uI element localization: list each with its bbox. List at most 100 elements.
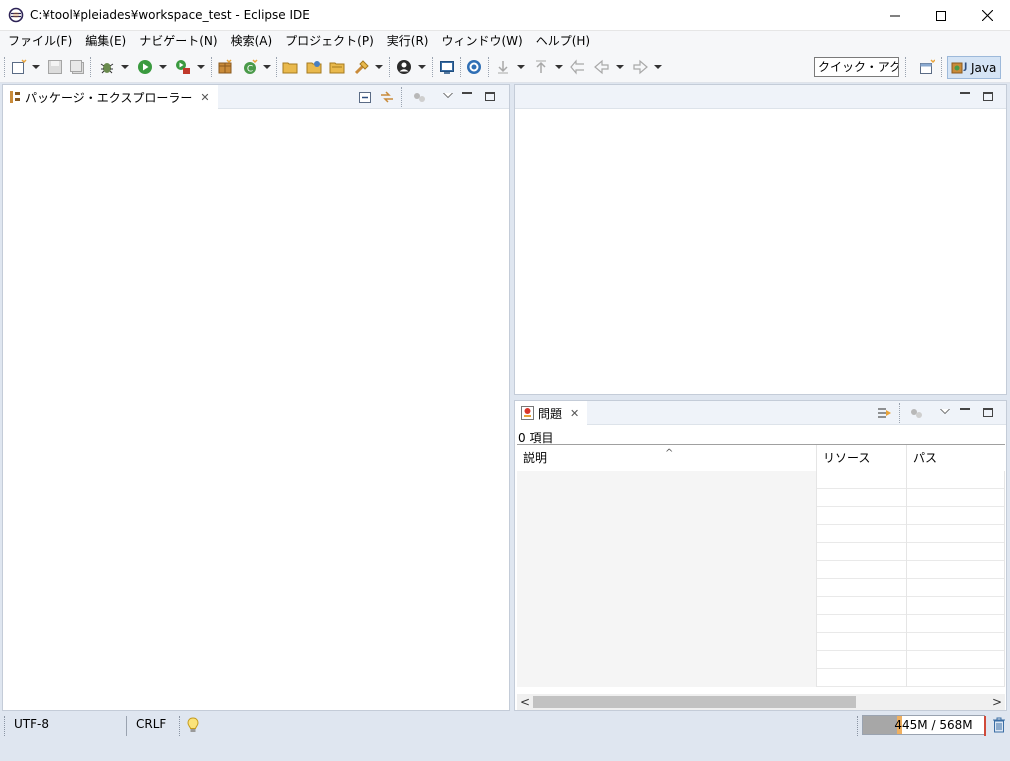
scroll-left-icon[interactable]: < — [517, 694, 533, 710]
forward-icon[interactable] — [632, 59, 648, 75]
menu-project[interactable]: プロジェクト(P) — [280, 31, 379, 51]
menu-file[interactable]: ファイル(F) — [3, 31, 77, 51]
close-tab-icon[interactable]: ✕ — [570, 407, 579, 420]
close-icon — [981, 10, 993, 21]
menu-window[interactable]: ウィンドウ(W) — [436, 31, 527, 51]
run-dropdown-icon[interactable] — [159, 65, 167, 69]
table-cell — [907, 651, 1005, 669]
open-perspective-icon[interactable] — [919, 59, 935, 75]
menu-search[interactable]: 検索(A) — [226, 31, 278, 51]
java-perspective-button[interactable]: J Java — [947, 56, 1001, 79]
title-bar: C:¥tool¥pleiades¥workspace_test - Eclips… — [0, 0, 1010, 31]
problems-table-header: 説明 ^ リソース パス — [517, 445, 1005, 471]
editor-area-header — [515, 85, 1006, 109]
settings-gear-icon[interactable] — [466, 59, 482, 75]
focus-task-icon[interactable] — [411, 89, 427, 105]
heap-status[interactable]: 445M / 568M — [862, 715, 985, 735]
maximize-icon[interactable] — [485, 92, 495, 101]
svg-text:C: C — [247, 65, 253, 75]
console-icon[interactable] — [439, 59, 455, 75]
search-icon[interactable] — [354, 59, 370, 75]
save-icon[interactable] — [47, 59, 63, 75]
open-resource-icon[interactable] — [329, 59, 345, 75]
filter-icon[interactable] — [877, 405, 893, 421]
column-resource[interactable]: リソース — [817, 445, 907, 471]
table-cell — [907, 507, 1005, 525]
close-window-button[interactable] — [964, 0, 1010, 31]
menu-help[interactable]: ヘルプ(H) — [531, 31, 595, 51]
java-perspective-label: Java — [971, 60, 997, 75]
view-menu-icon[interactable] — [940, 409, 950, 414]
minimize-icon[interactable] — [462, 92, 472, 98]
maximize-icon[interactable] — [983, 92, 993, 101]
focus-task-icon[interactable] — [908, 405, 924, 421]
table-cell — [817, 471, 907, 489]
back-dropdown-icon[interactable] — [616, 65, 624, 69]
problems-header: 問題 ✕ — [515, 401, 1006, 425]
open-task-icon[interactable] — [306, 59, 322, 75]
quick-access-field[interactable]: クイック・アクセス — [814, 57, 899, 77]
run-external-tool-icon[interactable] — [175, 59, 191, 75]
tab-package-explorer[interactable]: パッケージ・エクスプローラー ✕ — [3, 85, 218, 109]
table-cell — [817, 579, 907, 597]
new-class-dropdown-icon[interactable] — [263, 65, 271, 69]
last-edit-location-icon[interactable] — [570, 59, 586, 75]
line-delimiter-status[interactable]: CRLF — [136, 717, 166, 731]
status-separator — [179, 716, 180, 736]
encoding-status[interactable]: UTF-8 — [14, 717, 49, 731]
table-cell — [517, 651, 817, 669]
table-row — [517, 651, 1005, 669]
back-icon[interactable] — [594, 59, 610, 75]
heap-status-label: 445M / 568M — [894, 718, 973, 732]
minimize-window-button[interactable] — [872, 0, 918, 31]
table-cell — [517, 525, 817, 543]
next-annotation-dropdown-icon[interactable] — [517, 65, 525, 69]
horizontal-scrollbar[interactable]: < > — [517, 694, 1005, 710]
table-row — [517, 561, 1005, 579]
view-menu-icon[interactable] — [443, 93, 453, 98]
open-type-icon[interactable] — [282, 59, 298, 75]
trash-icon[interactable] — [992, 717, 1006, 733]
team-user-icon[interactable] — [396, 59, 412, 75]
table-cell — [517, 633, 817, 651]
close-tab-icon[interactable]: ✕ — [200, 91, 209, 104]
run-icon[interactable] — [137, 59, 153, 75]
menu-run[interactable]: 実行(R) — [382, 31, 434, 51]
minimize-icon[interactable] — [960, 408, 970, 414]
tab-problems[interactable]: 問題 ✕ — [515, 401, 588, 425]
collapse-all-icon[interactable] — [357, 89, 373, 105]
column-path[interactable]: パス — [907, 445, 1005, 471]
debug-icon[interactable] — [99, 59, 115, 75]
debug-dropdown-icon[interactable] — [121, 65, 129, 69]
table-cell — [907, 489, 1005, 507]
previous-annotation-icon[interactable] — [533, 59, 549, 75]
minimize-icon — [890, 15, 900, 16]
team-dropdown-icon[interactable] — [418, 65, 426, 69]
minimize-icon[interactable] — [960, 92, 970, 98]
column-description[interactable]: 説明 ^ — [517, 445, 817, 471]
lightbulb-icon[interactable] — [187, 717, 199, 733]
problems-icon — [521, 406, 534, 420]
new-wizard-icon[interactable] — [11, 59, 27, 75]
eclipse-icon — [8, 7, 24, 23]
table-row — [517, 543, 1005, 561]
maximize-icon[interactable] — [983, 408, 993, 417]
forward-dropdown-icon[interactable] — [654, 65, 662, 69]
menu-navigate[interactable]: ナビゲート(N) — [134, 31, 222, 51]
previous-annotation-dropdown-icon[interactable] — [555, 65, 563, 69]
new-java-project-icon[interactable] — [217, 59, 233, 75]
new-dropdown-icon[interactable] — [32, 65, 40, 69]
maximize-window-button[interactable] — [918, 0, 964, 31]
scrollbar-thumb[interactable] — [533, 696, 856, 708]
toolbar-separator — [4, 57, 5, 77]
next-annotation-icon[interactable] — [495, 59, 511, 75]
menu-edit[interactable]: 編集(E) — [80, 31, 131, 51]
link-with-editor-icon[interactable] — [379, 89, 395, 105]
scroll-right-icon[interactable]: > — [989, 694, 1005, 710]
external-tool-dropdown-icon[interactable] — [197, 65, 205, 69]
status-separator — [4, 716, 5, 736]
save-all-icon[interactable] — [69, 59, 85, 75]
new-class-icon[interactable]: C — [242, 59, 258, 75]
table-cell — [517, 615, 817, 633]
search-dropdown-icon[interactable] — [375, 65, 383, 69]
